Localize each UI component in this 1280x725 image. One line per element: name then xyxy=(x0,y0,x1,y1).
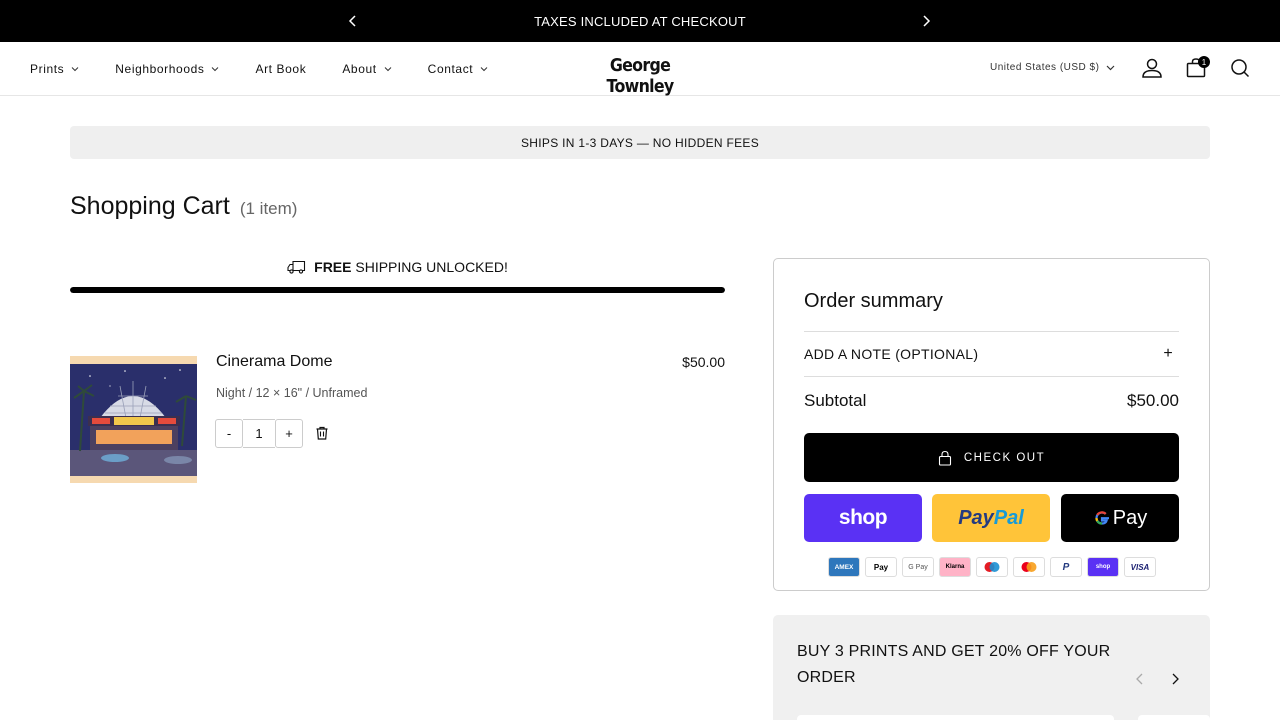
google-g-icon xyxy=(1095,511,1109,525)
free-shipping-rest: SHIPPING UNLOCKED! xyxy=(355,259,508,275)
shop-pay-label: shop xyxy=(838,506,888,529)
nav-item-prints[interactable]: Prints xyxy=(30,62,79,76)
country-label: United States (USD $) xyxy=(990,62,1100,73)
site-logo[interactable]: George Townley xyxy=(583,55,697,97)
increase-quantity-button[interactable]: + xyxy=(275,419,303,448)
visa-icon: VISA xyxy=(1124,557,1156,577)
cart-count-badge: 1 xyxy=(1198,56,1210,68)
announcement-next-arrow[interactable] xyxy=(916,11,936,31)
add-note-toggle[interactable]: ADD A NOTE (OPTIONAL) + xyxy=(804,331,1179,377)
shipping-banner: SHIPS IN 1-3 DAYS — NO HIDDEN FEES xyxy=(70,126,1210,159)
nav-item-about[interactable]: About xyxy=(342,62,392,76)
google-pay-label: Pay xyxy=(1112,506,1148,529)
checkout-label: CHECK OUT xyxy=(963,451,1046,464)
nav-item-contact[interactable]: Contact xyxy=(428,62,489,76)
decrease-quantity-button[interactable]: - xyxy=(215,419,243,448)
search-icon[interactable] xyxy=(1228,56,1252,80)
page-title-text: Shopping Cart xyxy=(70,192,230,220)
chevron-down-icon xyxy=(480,67,488,72)
klarna-icon: Klarna xyxy=(939,557,971,577)
subtotal-label: Subtotal xyxy=(804,391,867,410)
cart-item-count: (1 item) xyxy=(239,199,298,218)
amex-icon: AMEX xyxy=(828,557,860,577)
chevron-left-icon xyxy=(348,15,356,27)
progress-fill xyxy=(70,287,725,293)
order-summary-title: Order summary xyxy=(804,290,943,312)
apple-pay-icon: Pay xyxy=(865,557,897,577)
nav-item-label: Prints xyxy=(30,62,65,76)
free-shipping-bold: FREE xyxy=(314,259,352,275)
chevron-down-icon xyxy=(71,67,79,72)
subtotal-row: Subtotal $50.00 xyxy=(804,391,1179,411)
nav-item-label: Neighborhoods xyxy=(115,62,205,76)
nav-item-art-book[interactable]: Art Book xyxy=(255,62,306,76)
nav-item-label: About xyxy=(342,62,377,76)
google-pay-button[interactable]: Pay xyxy=(1061,494,1179,542)
paypal-button[interactable]: Pay Pal xyxy=(932,494,1050,542)
announcement-prev-arrow[interactable] xyxy=(343,11,363,31)
account-icon[interactable] xyxy=(1140,56,1164,80)
paypal-label-pay: Pay xyxy=(958,506,994,529)
free-shipping-message: FREE SHIPPING UNLOCKED! xyxy=(70,259,725,275)
chevron-right-icon[interactable] xyxy=(1167,671,1183,687)
main-nav: Prints Neighborhoods Art Book About Cont… xyxy=(30,42,524,96)
chevron-down-icon xyxy=(212,67,219,72)
shop-pay-button[interactable]: shop xyxy=(804,494,922,542)
cart-item-image[interactable] xyxy=(70,356,197,483)
order-summary-panel: Order summary ADD A NOTE (OPTIONAL) + Su… xyxy=(773,258,1210,591)
promo-product-card[interactable] xyxy=(797,715,1114,725)
shop-pay-icon: shop xyxy=(1087,557,1119,577)
nav-item-label: Art Book xyxy=(255,62,307,76)
cinerama-dome-artwork xyxy=(70,356,197,483)
page-title: Shopping Cart (1 item) xyxy=(70,192,297,221)
lock-icon xyxy=(938,450,951,466)
checkout-button[interactable]: CHECK OUT xyxy=(804,433,1179,482)
paypal-icon: P xyxy=(1050,557,1082,577)
google-pay-icon: G Pay xyxy=(902,557,934,577)
promo-panel: BUY 3 PRINTS AND GET 20% OFF YOUR ORDER xyxy=(773,615,1210,725)
cart-item-variant: Night / 12 × 16" / Unframed xyxy=(216,386,368,400)
plus-icon: + xyxy=(1163,345,1173,362)
chevron-right-icon xyxy=(923,15,931,27)
delivery-truck-icon xyxy=(287,260,306,274)
nav-item-label: Contact xyxy=(427,62,474,76)
cart-item-price: $50.00 xyxy=(682,354,725,370)
announcement-text: TAXES INCLUDED AT CHECKOUT xyxy=(534,13,746,29)
shipping-banner-text: SHIPS IN 1-3 DAYS — NO HIDDEN FEES xyxy=(520,135,760,150)
free-shipping-text: FREE SHIPPING UNLOCKED! xyxy=(314,259,508,275)
paypal-label-pal: Pal xyxy=(993,506,1024,529)
maestro-icon xyxy=(976,557,1008,577)
nav-item-neighborhoods[interactable]: Neighborhoods xyxy=(115,62,219,76)
trash-icon[interactable] xyxy=(314,425,330,441)
country-selector[interactable]: United States (USD $) xyxy=(990,62,1115,73)
announcement-bar: TAXES INCLUDED AT CHECKOUT xyxy=(0,0,1280,42)
promo-text: BUY 3 PRINTS AND GET 20% OFF YOUR ORDER xyxy=(797,643,1111,686)
promo-product-card[interactable] xyxy=(1138,715,1210,725)
free-shipping-progress-bar xyxy=(70,287,725,293)
quantity-stepper: - 1 + xyxy=(215,419,303,448)
add-note-label: ADD A NOTE (OPTIONAL) xyxy=(804,346,979,362)
chevron-left-icon[interactable] xyxy=(1132,671,1148,687)
cart-item-title[interactable]: Cinerama Dome xyxy=(216,353,332,371)
payment-methods-list: AMEX Pay G Pay Klarna P shop VISA xyxy=(828,557,1156,577)
subtotal-value: $50.00 xyxy=(1127,391,1179,410)
mastercard-icon xyxy=(1013,557,1045,577)
site-header: Prints Neighborhoods Art Book About Cont… xyxy=(0,42,1280,97)
chevron-down-icon xyxy=(384,67,392,72)
quantity-input[interactable]: 1 xyxy=(243,419,275,448)
chevron-down-icon xyxy=(1107,65,1115,71)
